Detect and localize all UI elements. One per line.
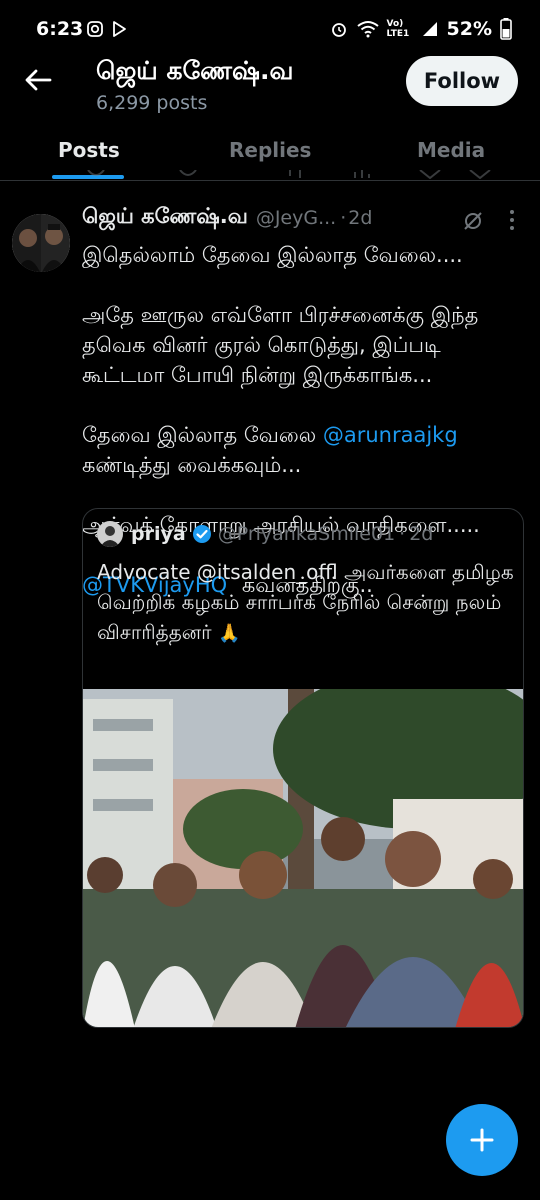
quoted-post-header: priya @PriyankaSmile01 · 2d: [97, 521, 433, 547]
author-name[interactable]: ஜெய் கணேஷ்.வ: [82, 204, 248, 231]
praying-hands-emoji: 🙏: [217, 623, 241, 644]
status-right: Vo) LTE1 52%: [329, 18, 512, 40]
alarm-icon: [331, 23, 346, 37]
status-bar: 6:23 Vo) LTE1 52%: [0, 0, 540, 60]
profile-header: ஜெய் கணேஷ்.வ 6,299 posts Follow: [0, 52, 540, 122]
battery-icon: [500, 18, 512, 40]
battery-percent: 52%: [446, 18, 492, 40]
back-arrow-icon: [25, 69, 52, 91]
quoted-author-avatar: [97, 521, 123, 547]
quoted-mention: @itsalden_offl: [196, 560, 338, 584]
post-paragraph: தேவை இல்லாத வேலை @arunraajkg: [82, 420, 522, 450]
more-icon[interactable]: [500, 208, 524, 232]
post-header: ஜெய் கணேஷ்.வ @JeyG... · 2d: [82, 204, 372, 231]
author-handle[interactable]: @JeyG...: [256, 207, 336, 229]
status-notification-icons: [86, 20, 128, 38]
post-text: தேவை இல்லாத வேலை: [82, 423, 317, 447]
tabs-divider: [0, 180, 540, 181]
post-time[interactable]: 2d: [348, 207, 372, 229]
separator-dot: ·: [399, 523, 406, 545]
quoted-post[interactable]: priya @PriyankaSmile01 · 2d Advocate @it…: [82, 508, 524, 1028]
post-paragraph: கண்டித்து வைக்கவும்...: [82, 453, 302, 477]
quoted-video-thumbnail[interactable]: [83, 689, 523, 1027]
mention-link[interactable]: @arunraajkg: [323, 423, 458, 447]
quoted-author-handle: @PriyankaSmile01: [217, 523, 396, 545]
quoted-post-time: 2d: [409, 523, 434, 545]
posts-count: 6,299 posts: [96, 92, 208, 114]
plus-icon: [470, 1128, 494, 1152]
quoted-post-body: Advocate @itsalden_offl அவர்களை தமிழக வெ…: [97, 557, 517, 649]
compose-button[interactable]: [446, 1104, 518, 1176]
quoted-text: Advocate: [97, 560, 191, 584]
author-avatar[interactable]: [12, 214, 70, 272]
tab-posts[interactable]: Posts: [58, 138, 120, 162]
quoted-author-name: priya: [131, 523, 186, 545]
network-label: Vo) LTE1: [386, 19, 410, 39]
follow-button[interactable]: Follow: [406, 56, 518, 106]
video-frame: [83, 689, 523, 1027]
signal-icon: [422, 22, 437, 36]
tab-replies[interactable]: Replies: [229, 138, 311, 162]
post-paragraph: இதெல்லாம் தேவை இல்லாத வேலை....: [82, 243, 463, 267]
status-time: 6:23: [36, 18, 84, 40]
play-store-icon: [113, 21, 126, 37]
instagram-icon: [87, 21, 103, 37]
separator-dot: ·: [340, 206, 347, 229]
verified-icon: [192, 525, 211, 543]
post-paragraph: அதே ஊருல எவ்ளோ பிரச்சனைக்கு இந்த தவெக வி…: [82, 303, 479, 387]
tab-media[interactable]: Media: [417, 138, 485, 162]
wifi-icon: [356, 21, 379, 38]
previous-post-actions: [0, 167, 540, 179]
profile-name: ஜெய் கணேஷ்.வ: [96, 56, 294, 85]
back-button[interactable]: [18, 60, 58, 100]
grok-icon[interactable]: [462, 210, 484, 232]
